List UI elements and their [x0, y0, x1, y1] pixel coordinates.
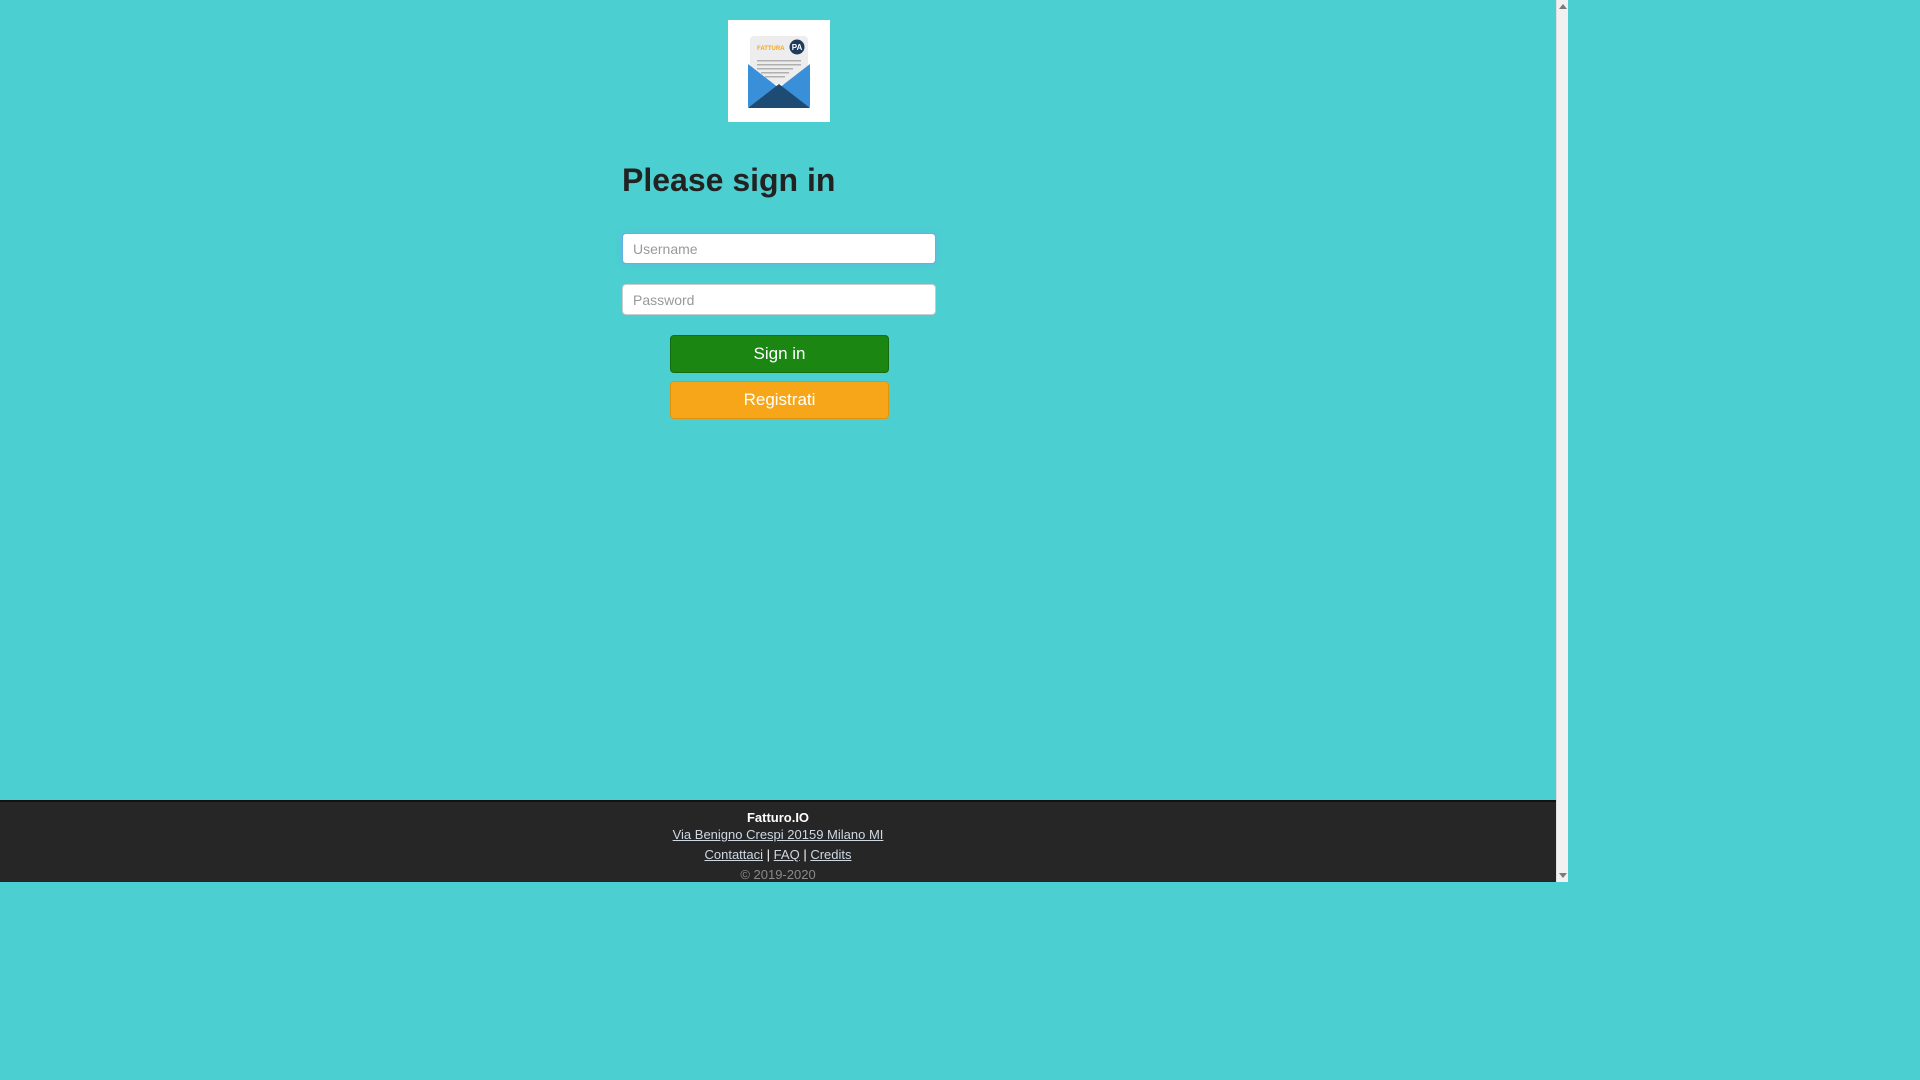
logo-badge-text: PA: [792, 43, 803, 52]
password-input[interactable]: [622, 284, 936, 315]
page-title: Please sign in: [622, 162, 836, 198]
footer: Fatturo.IO Via Benigno Crespi 20159 Mila…: [0, 800, 1556, 882]
link-separator: |: [766, 847, 771, 862]
vertical-scrollbar[interactable]: [1556, 0, 1568, 882]
footer-brand: Fatturo.IO: [746, 810, 810, 825]
scroll-down-arrow-icon[interactable]: [1559, 873, 1567, 878]
address-link[interactable]: Via Benigno Crespi 20159 Milano MI: [673, 827, 884, 842]
login-page: FATTURA PA Please sign in Sign in Regist…: [0, 0, 1556, 800]
copyright-text: © 2019-2020: [740, 867, 816, 882]
scroll-up-arrow-icon[interactable]: [1559, 4, 1567, 9]
register-button[interactable]: Registrati: [670, 381, 889, 419]
sign-in-button[interactable]: Sign in: [670, 335, 889, 373]
logo-text: FATTURA: [757, 46, 785, 52]
username-input[interactable]: [622, 233, 936, 264]
credits-link[interactable]: Credits: [810, 847, 851, 862]
app-logo: FATTURA PA: [728, 20, 830, 122]
footer-links: Contattaci | FAQ | Credits: [0, 847, 1556, 862]
link-separator: |: [803, 847, 807, 862]
faq-link[interactable]: FAQ: [774, 847, 800, 862]
envelope-logo-icon: FATTURA PA: [748, 36, 810, 108]
footer-address-container: Via Benigno Crespi 20159 Milano MI: [0, 827, 1556, 842]
contact-link[interactable]: Contattaci: [704, 847, 763, 862]
